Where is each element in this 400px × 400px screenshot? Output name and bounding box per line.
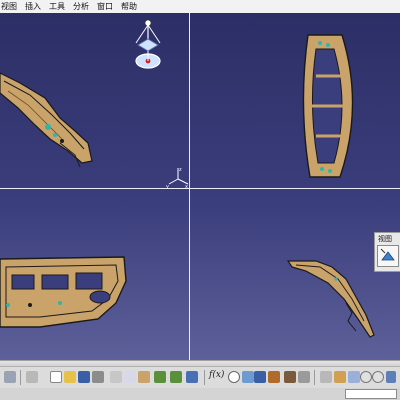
toolbar-separator: [20, 370, 21, 385]
part-view-top-right[interactable]: [298, 31, 368, 181]
axis-label-y: y: [166, 184, 169, 189]
settings-icon[interactable]: [298, 371, 310, 383]
zoom-in-icon[interactable]: [360, 371, 372, 383]
views-panel-title: 视图: [378, 235, 392, 243]
menu-window[interactable]: 窗口: [93, 0, 117, 13]
axis-label-x: x: [185, 184, 188, 189]
menu-bar: 视图 插入 工具 分析 窗口 帮助: [0, 0, 400, 14]
pane-divider-horizontal[interactable]: [0, 188, 400, 189]
redo-icon[interactable]: [170, 371, 182, 383]
print-icon[interactable]: [92, 371, 104, 383]
status-bar: [0, 388, 400, 400]
part-view-bottom-left[interactable]: [0, 253, 130, 333]
standard-toolbar: f(x): [0, 366, 400, 389]
formula-icon[interactable]: f(x): [209, 370, 224, 380]
whats-this-icon[interactable]: [186, 371, 198, 383]
menu-help[interactable]: 帮助: [117, 0, 141, 13]
menu-analysis[interactable]: 分析: [69, 0, 93, 13]
select-arrow-icon[interactable]: [4, 371, 16, 383]
open-folder-icon[interactable]: [64, 371, 76, 383]
view-fit-icon: [380, 248, 395, 261]
fly-icon[interactable]: [320, 371, 332, 383]
search-icon[interactable]: [242, 371, 254, 383]
axis-triad-icon: z y x: [166, 167, 189, 189]
views-toolbar-panel[interactable]: 视图: [374, 232, 400, 272]
toolbar-separator: [204, 370, 205, 385]
command-input[interactable]: [345, 389, 397, 399]
snap-icon[interactable]: [26, 371, 38, 383]
zoom-out-icon[interactable]: [372, 371, 384, 383]
cut-icon[interactable]: [110, 371, 122, 383]
measure-icon[interactable]: [268, 371, 280, 383]
axis-label-z: z: [179, 167, 182, 173]
part-view-top-left[interactable]: [0, 63, 100, 173]
new-file-icon[interactable]: [50, 371, 62, 383]
view-fit-button[interactable]: [377, 245, 399, 267]
normal-view-icon[interactable]: [386, 371, 396, 383]
table-icon[interactable]: [254, 371, 266, 383]
part-view-bottom-right[interactable]: [286, 257, 382, 347]
compass-icon[interactable]: [128, 17, 168, 75]
toolbar-separator: [314, 370, 315, 385]
undo-icon[interactable]: [154, 371, 166, 383]
menu-tools[interactable]: 工具: [45, 0, 69, 13]
menu-insert[interactable]: 插入: [21, 0, 45, 13]
rotate-icon[interactable]: [348, 371, 360, 383]
analysis-icon[interactable]: [284, 371, 296, 383]
menu-view[interactable]: 视图: [0, 0, 21, 13]
3d-viewport[interactable]: z y x: [0, 13, 400, 360]
paste-icon[interactable]: [138, 371, 150, 383]
pan-icon[interactable]: [334, 371, 346, 383]
comment-icon[interactable]: [228, 371, 240, 383]
save-icon[interactable]: [78, 371, 90, 383]
copy-icon[interactable]: [124, 371, 136, 383]
